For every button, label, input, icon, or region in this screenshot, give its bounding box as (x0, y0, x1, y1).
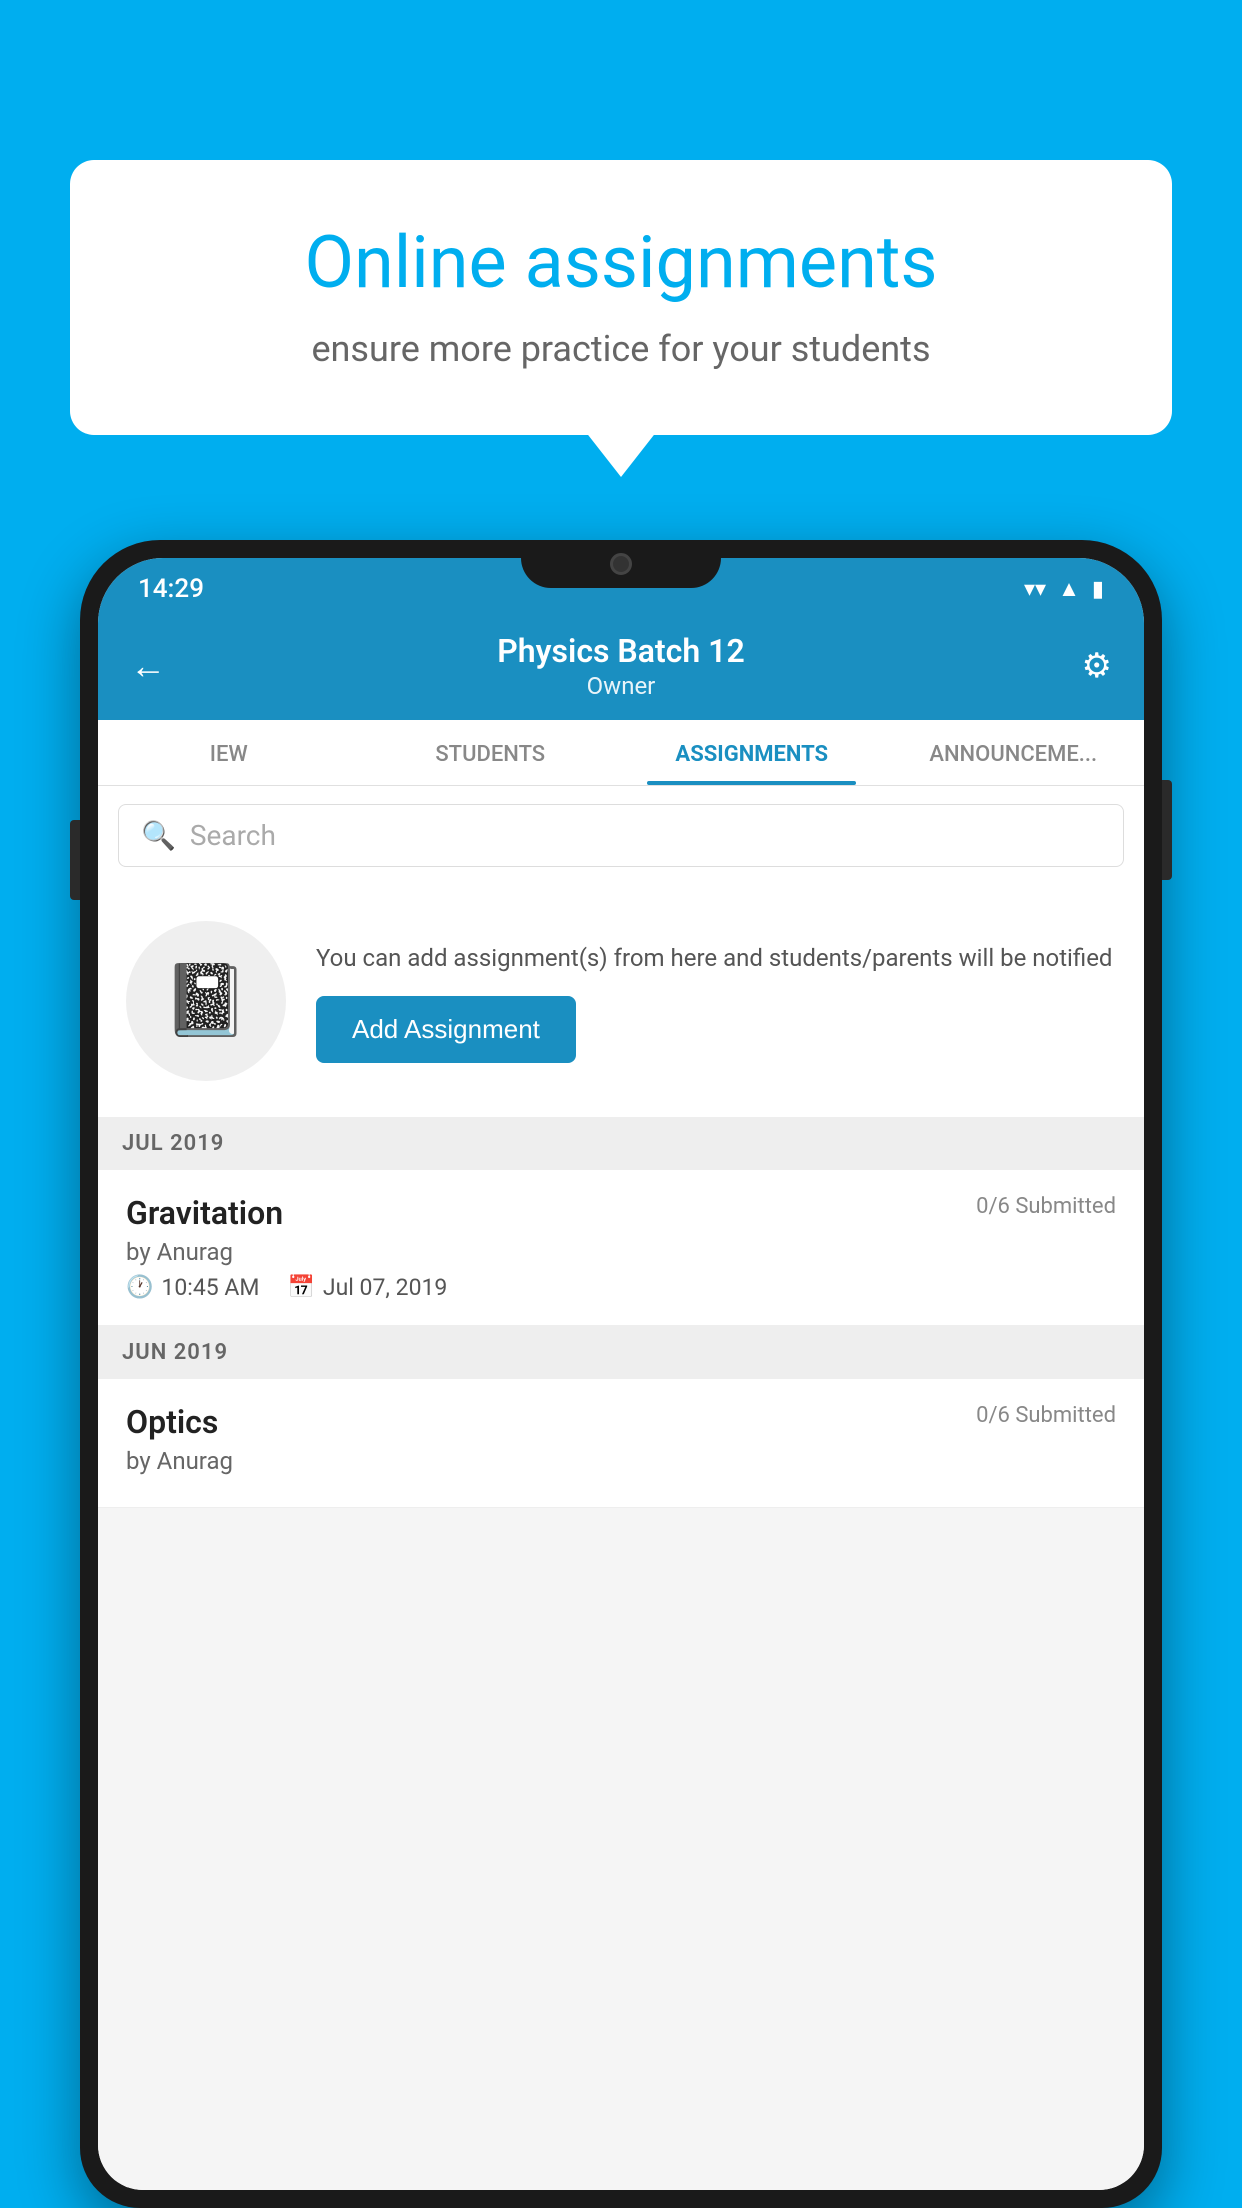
bubble-subtitle: ensure more practice for your students (140, 328, 1102, 370)
settings-icon[interactable]: ⚙ (1062, 646, 1112, 686)
search-bar[interactable]: 🔍 Search (118, 804, 1124, 867)
speech-bubble: Online assignments ensure more practice … (70, 160, 1172, 435)
signal-icon: ▲ (1058, 576, 1080, 602)
phone-container: 14:29 ▾▾ ▲ ▮ ← Physics Batch 12 Owner ⚙ … (80, 540, 1162, 2208)
tab-bar: IEW STUDENTS ASSIGNMENTS ANNOUNCEME... (98, 720, 1144, 786)
assignment-status: 0/6 Submitted (976, 1403, 1116, 1428)
battery-icon: ▮ (1092, 577, 1104, 602)
phone-frame: 14:29 ▾▾ ▲ ▮ ← Physics Batch 12 Owner ⚙ … (80, 540, 1162, 2208)
phone-camera (610, 553, 632, 575)
volume-button (70, 820, 80, 900)
info-card: 📓 You can add assignment(s) from here an… (98, 885, 1144, 1117)
tab-announcements[interactable]: ANNOUNCEME... (883, 720, 1145, 785)
assignment-author: by Anurag (126, 1447, 1116, 1475)
search-placeholder: Search (190, 819, 276, 852)
tab-students[interactable]: STUDENTS (360, 720, 622, 785)
screen-content: 🔍 Search 📓 You can add assignment(s) fro… (98, 786, 1144, 2190)
calendar-icon: 📅 (287, 1275, 314, 1300)
assignment-optics[interactable]: Optics 0/6 Submitted by Anurag (98, 1379, 1144, 1508)
status-icons: ▾▾ ▲ ▮ (1024, 576, 1104, 602)
assignment-time: 🕐 10:45 AM (126, 1274, 259, 1301)
assignment-row: Gravitation 0/6 Submitted (126, 1194, 1116, 1232)
section-jun-2019: JUN 2019 (98, 1326, 1144, 1379)
header-subtitle: Owner (180, 672, 1062, 700)
notebook-icon: 📓 (162, 960, 249, 1042)
info-text: You can add assignment(s) from here and … (316, 940, 1116, 976)
section-jul-2019: JUL 2019 (98, 1117, 1144, 1170)
bubble-title: Online assignments (140, 220, 1102, 306)
tab-assignments[interactable]: ASSIGNMENTS (621, 720, 883, 785)
assignment-status: 0/6 Submitted (976, 1194, 1116, 1219)
assignment-date: 📅 Jul 07, 2019 (287, 1274, 447, 1301)
back-button[interactable]: ← (130, 645, 180, 687)
clock-icon: 🕐 (126, 1275, 153, 1300)
search-icon: 🔍 (141, 819, 176, 852)
assignment-name: Gravitation (126, 1194, 283, 1232)
tab-iew[interactable]: IEW (98, 720, 360, 785)
status-time: 14:29 (138, 574, 204, 604)
assignment-name: Optics (126, 1403, 218, 1441)
promo-section: Online assignments ensure more practice … (70, 160, 1172, 435)
wifi-icon: ▾▾ (1024, 577, 1046, 602)
add-assignment-button[interactable]: Add Assignment (316, 996, 576, 1063)
app-header: ← Physics Batch 12 Owner ⚙ (98, 616, 1144, 720)
phone-screen: 14:29 ▾▾ ▲ ▮ ← Physics Batch 12 Owner ⚙ … (98, 558, 1144, 2190)
assignment-row: Optics 0/6 Submitted (126, 1403, 1116, 1441)
phone-notch (521, 540, 721, 588)
info-content: You can add assignment(s) from here and … (316, 940, 1116, 1063)
assignment-meta: 🕐 10:45 AM 📅 Jul 07, 2019 (126, 1274, 1116, 1301)
assignment-gravitation[interactable]: Gravitation 0/6 Submitted by Anurag 🕐 10… (98, 1170, 1144, 1326)
search-bar-container: 🔍 Search (98, 786, 1144, 885)
power-button (1162, 780, 1172, 880)
header-title-block: Physics Batch 12 Owner (180, 632, 1062, 700)
assignment-author: by Anurag (126, 1238, 1116, 1266)
info-icon-circle: 📓 (126, 921, 286, 1081)
header-title: Physics Batch 12 (180, 632, 1062, 670)
